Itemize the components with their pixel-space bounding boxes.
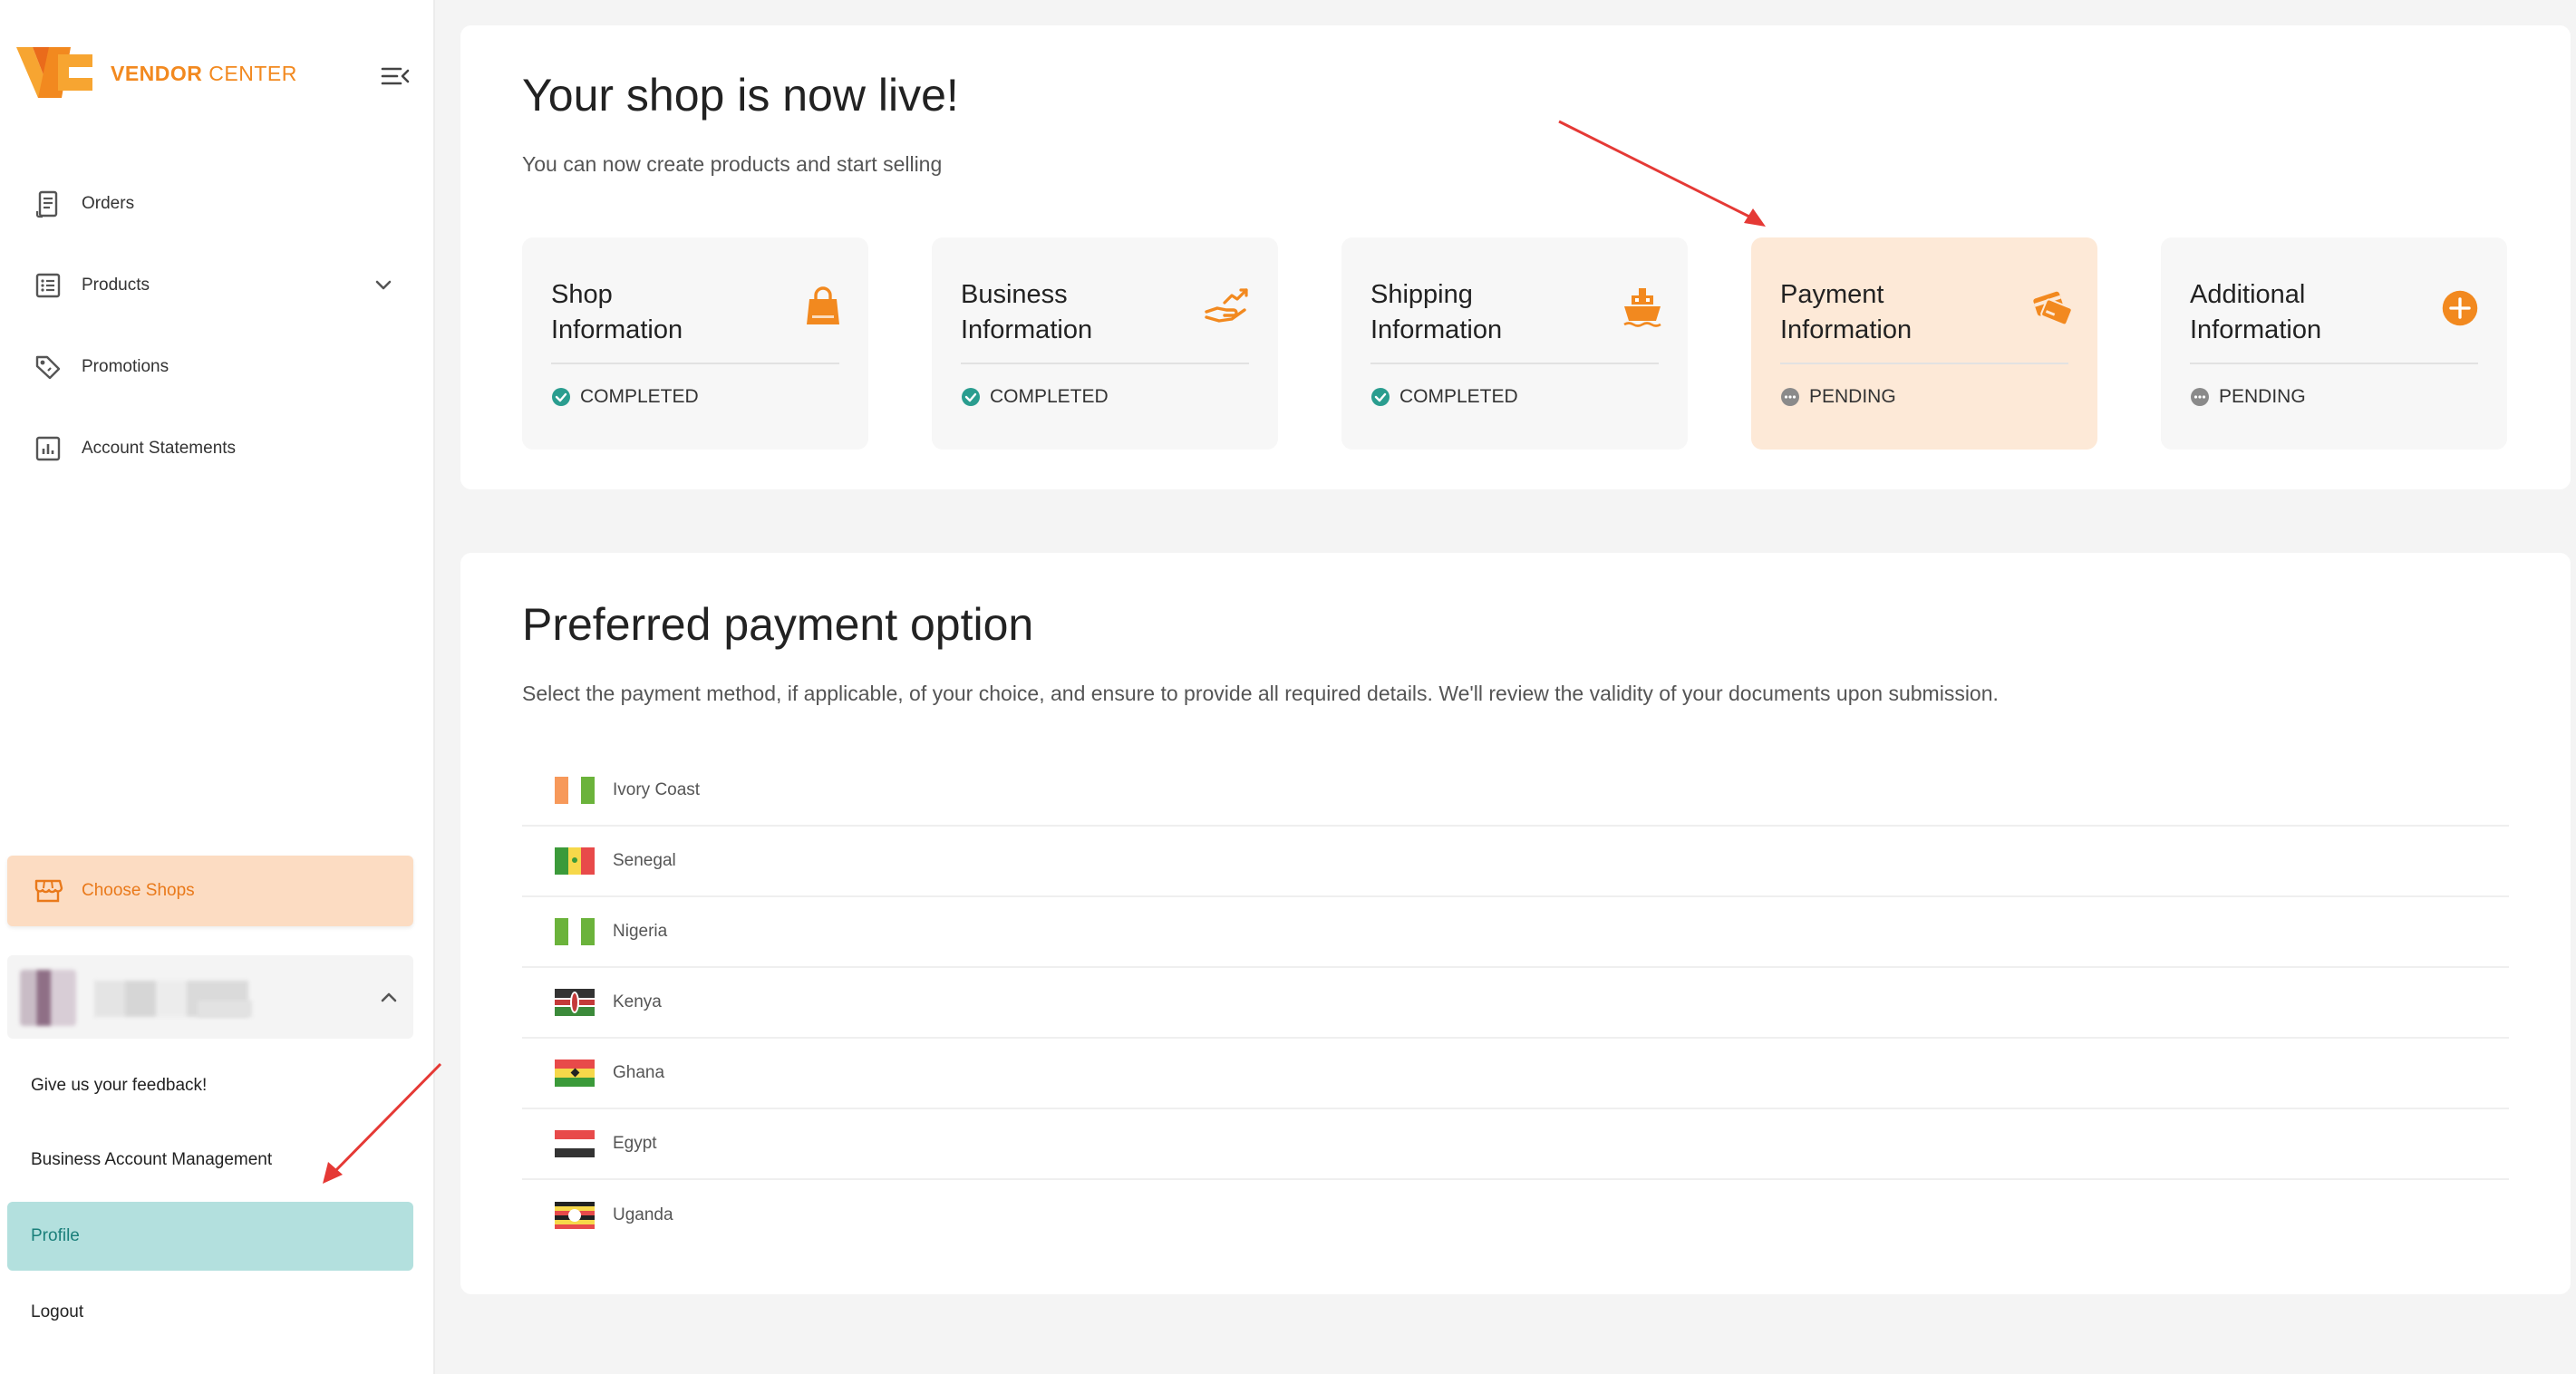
menu-collapse-icon[interactable] [379,60,412,92]
user-name-redacted [198,1001,252,1017]
country-name: Egypt [613,1134,657,1153]
shop-live-card: Your shop is now live! You can now creat… [460,25,2571,489]
country-name: Uganda [613,1205,673,1224]
step-title: Additional Information [2190,280,2322,344]
avatar [20,970,76,1026]
check-circle-icon [552,388,570,406]
country-row-egypt[interactable]: Egypt [522,1109,2509,1180]
flag-senegal-icon [555,847,595,875]
country-list: Ivory Coast Senegal Nigeria Kenya Ghana … [522,756,2509,1251]
step-title: Shop Information [551,280,683,344]
flag-ghana-icon [555,1060,595,1087]
shopping-bag-icon [807,286,839,324]
step-shipping-information[interactable]: Shipping Information COMPLETED [1341,237,1688,450]
annotation-arrow-payment [1558,120,1766,227]
logout-link[interactable]: Logout [7,1278,413,1347]
divider [1780,363,2068,364]
check-circle-icon [1371,388,1390,406]
step-shop-information[interactable]: Shop Information COMPLETED [522,237,868,450]
sidebar-item-promotions[interactable]: Promotions [0,326,435,408]
country-row-uganda[interactable]: Uganda [522,1180,2509,1251]
sidebar-item-label: Account Statements [82,439,237,458]
flag-ivory-coast-icon [555,777,595,804]
pending-circle-icon [1781,388,1799,406]
divider [551,363,839,364]
page-title: Your shop is now live! [522,70,959,121]
step-business-information[interactable]: Business Information COMPLETED [932,237,1278,450]
profile-link[interactable]: Profile [7,1202,413,1271]
country-name: Kenya [613,992,662,1011]
status-badge: COMPLETED [551,386,699,408]
flag-egypt-icon [555,1130,595,1157]
store-icon [34,879,63,903]
logo-text: VENDOR CENTER [111,62,297,85]
chart-icon [33,433,63,464]
preferred-payment-card: Preferred payment option Select the paym… [460,553,2571,1294]
chevron-down-icon[interactable] [370,272,397,299]
annotation-arrow-profile [323,1062,442,1184]
pending-circle-icon [2191,388,2209,406]
status-badge: PENDING [1780,386,1896,408]
list-icon [33,270,63,301]
tag-icon [33,352,63,382]
country-row-ivory-coast[interactable]: Ivory Coast [522,756,2509,827]
page-subtitle: You can now create products and start se… [522,152,943,176]
check-circle-icon [962,388,980,406]
sidebar-item-products[interactable]: Products [0,245,435,326]
step-title: Shipping Information [1370,280,1503,344]
status-badge: COMPLETED [1370,386,1518,408]
step-payment-information[interactable]: Payment Information PENDING [1751,237,2097,450]
chevron-up-icon[interactable] [375,984,402,1011]
payment-section-description: Select the payment method, if applicable… [522,682,1999,705]
plus-circle-icon [2442,290,2478,326]
country-row-nigeria[interactable]: Nigeria [522,897,2509,968]
country-row-ghana[interactable]: Ghana [522,1039,2509,1109]
user-account-card[interactable] [7,955,413,1039]
divider [1370,363,1659,364]
country-name: Senegal [613,851,676,870]
vendor-center-app: VENDOR CENTER Orders Products Promotions… [0,0,2576,1374]
divider [961,363,1249,364]
country-name: Nigeria [613,922,668,941]
ship-icon [1623,288,1661,327]
vendor-center-logo-icon [16,47,92,98]
logo-row: VENDOR CENTER [16,45,415,105]
sidebar-item-label: Products [82,276,150,295]
choose-shops-button[interactable]: Choose Shops [7,856,413,926]
sidebar-item-label: Orders [82,194,135,213]
country-name: Ghana [613,1063,665,1082]
sidebar-item-account-statements[interactable]: Account Statements [0,408,435,489]
step-additional-information[interactable]: Additional Information PENDING [2161,237,2507,450]
sidebar-nav: Orders Products Promotions Account State… [0,163,435,489]
country-row-senegal[interactable]: Senegal [522,827,2509,897]
status-badge: COMPLETED [961,386,1109,408]
choose-shops-label: Choose Shops [82,881,195,900]
onboarding-steps: Shop Information COMPLETED Business Inform… [522,237,2538,450]
country-row-kenya[interactable]: Kenya [522,968,2509,1039]
divider [2190,363,2478,364]
status-badge: PENDING [2190,386,2306,408]
payment-cards-icon [2033,291,2073,326]
step-title: Payment Information [1780,280,1913,344]
payment-section-title: Preferred payment option [522,599,1034,650]
sidebar-item-orders[interactable]: Orders [0,163,435,245]
flag-nigeria-icon [555,918,595,945]
receipt-icon [33,189,63,219]
sidebar-item-label: Promotions [82,357,169,376]
country-name: Ivory Coast [613,780,701,799]
flag-uganda-icon [555,1202,595,1229]
growth-hand-icon [1205,288,1248,323]
step-title: Business Information [961,280,1093,344]
flag-kenya-icon [555,989,595,1016]
